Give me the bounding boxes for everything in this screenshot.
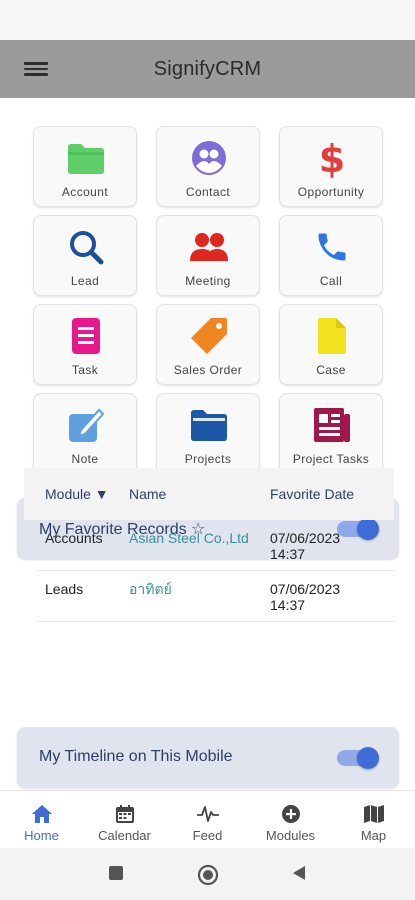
module-tile-account[interactable]: Account xyxy=(33,126,137,207)
tile-label: Account xyxy=(61,185,109,199)
contact-group-icon xyxy=(189,139,229,177)
tile-label: Case xyxy=(316,363,346,377)
dollar-icon: $ xyxy=(312,138,352,178)
nav-home[interactable]: Home xyxy=(0,791,83,849)
phone-icon xyxy=(312,228,352,266)
module-tile-opportunity[interactable]: $ Opportunity xyxy=(279,126,383,207)
cell-date: 07/06/2023 14:37 xyxy=(270,581,341,613)
module-tile-case[interactable]: Case xyxy=(279,304,383,385)
calendar-icon xyxy=(113,803,137,825)
folder-open-icon xyxy=(189,406,229,444)
tile-label: Contact xyxy=(185,185,231,199)
tag-icon xyxy=(189,317,229,355)
file-icon xyxy=(312,317,352,355)
table-row[interactable]: Leads อาทิตย์ 07/06/2023 14:37 xyxy=(38,571,394,622)
plus-circle-icon xyxy=(279,803,303,825)
tile-label: Meeting xyxy=(185,274,231,288)
nav-feed[interactable]: Feed xyxy=(166,791,249,849)
module-tile-contact[interactable]: Contact xyxy=(156,126,260,207)
cell-name-link[interactable]: อาทิตย์ xyxy=(129,581,172,597)
nav-label: Map xyxy=(360,828,387,843)
module-tile-sales-order[interactable]: Sales Order xyxy=(156,304,260,385)
nav-label: Calendar xyxy=(98,828,151,843)
section-title: My Timeline on This Mobile xyxy=(39,748,233,765)
tile-label: Projects xyxy=(184,452,232,466)
favorites-table: Module ▼ Name Favorite Date Accounts Asi… xyxy=(24,468,394,622)
map-icon xyxy=(362,803,386,825)
table-row[interactable]: Accounts Asian Steel Co.,Ltd 07/06/2023 1… xyxy=(38,520,394,571)
tile-label: Call xyxy=(319,274,343,288)
search-icon xyxy=(66,228,106,266)
module-tile-meeting[interactable]: Meeting xyxy=(156,215,260,296)
tile-label: Sales Order xyxy=(173,363,243,377)
timeline-header[interactable]: My Timeline on This Mobile xyxy=(17,727,399,788)
cell-name-link[interactable]: Asian Steel Co.,Ltd xyxy=(129,530,249,546)
cell-module: Accounts xyxy=(45,530,103,546)
tile-label: Lead xyxy=(70,274,100,288)
nav-label: Feed xyxy=(192,828,223,843)
module-tile-lead[interactable]: Lead xyxy=(33,215,137,296)
people-icon xyxy=(189,228,229,266)
tile-label: Note xyxy=(71,452,99,466)
nav-map[interactable]: Map xyxy=(332,791,415,849)
nav-label: Home xyxy=(24,828,59,843)
home-icon xyxy=(30,803,54,825)
app-bar: SignifyCRM xyxy=(0,40,415,98)
recents-square-icon[interactable] xyxy=(107,864,127,884)
note-edit-icon xyxy=(66,406,106,444)
system-navigation-bar xyxy=(0,848,415,900)
column-header-name[interactable]: Name xyxy=(129,486,166,502)
column-header-date[interactable]: Favorite Date xyxy=(270,486,354,502)
nav-modules[interactable]: Modules xyxy=(249,791,332,849)
back-triangle-icon[interactable] xyxy=(290,864,310,884)
newspaper-icon xyxy=(312,406,352,444)
timeline-toggle[interactable] xyxy=(337,747,379,769)
main-content: Account Contact $ Opportunity Lead Meeti… xyxy=(0,98,415,790)
tile-label: Project Tasks xyxy=(292,452,370,466)
pulse-icon xyxy=(196,803,220,825)
module-tile-projects[interactable]: Projects xyxy=(156,393,260,474)
module-tile-task[interactable]: Task xyxy=(33,304,137,385)
app-title: SignifyCRM xyxy=(153,57,262,80)
module-tile-call[interactable]: Call xyxy=(279,215,383,296)
folder-icon xyxy=(66,139,106,177)
nav-label: Modules xyxy=(265,828,316,843)
hamburger-menu-icon[interactable] xyxy=(24,59,48,79)
table-header: Module ▼ Name Favorite Date xyxy=(24,468,394,520)
module-tile-note[interactable]: Note xyxy=(33,393,137,474)
column-header-module[interactable]: Module ▼ xyxy=(45,486,109,502)
cell-date: 07/06/2023 14:37 xyxy=(270,530,341,562)
nav-calendar[interactable]: Calendar xyxy=(83,791,166,849)
module-tile-project-tasks[interactable]: Project Tasks xyxy=(279,393,383,474)
bottom-navigation: Home Calendar Feed Modules Map xyxy=(0,790,415,848)
tile-label: Opportunity xyxy=(297,185,365,199)
cell-module: Leads xyxy=(45,581,84,597)
home-circle-icon[interactable] xyxy=(197,864,219,886)
svg-text:$: $ xyxy=(319,138,345,178)
document-icon xyxy=(66,317,106,355)
tile-label: Task xyxy=(71,363,99,377)
status-bar xyxy=(0,0,415,40)
